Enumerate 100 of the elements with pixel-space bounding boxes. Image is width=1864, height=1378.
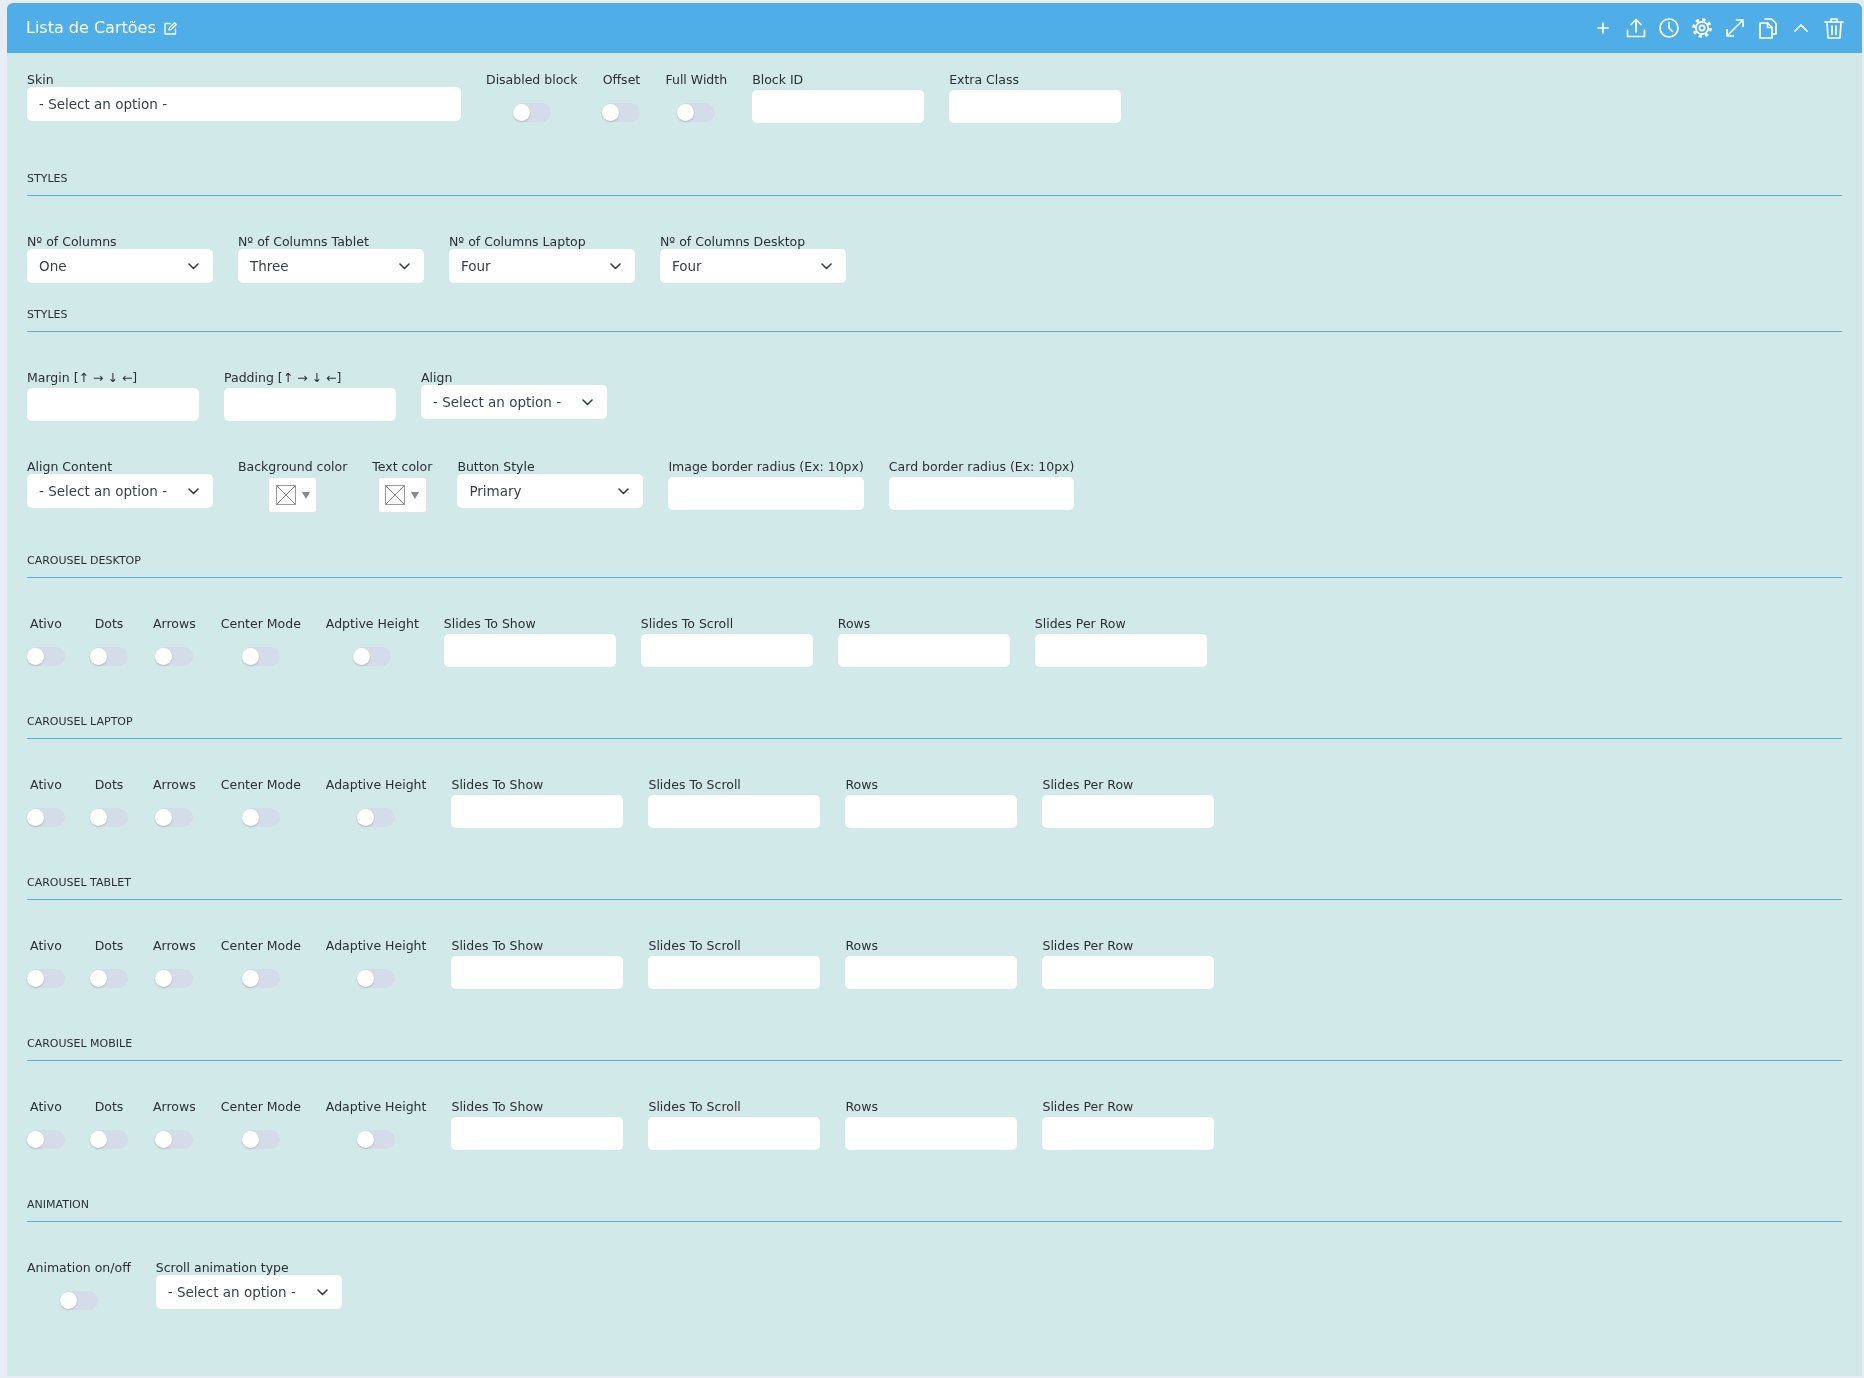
text-field[interactable] bbox=[648, 1117, 821, 1150]
field-label: Align bbox=[421, 370, 454, 386]
toggle-switch[interactable] bbox=[357, 1130, 396, 1149]
dropdown[interactable]: Four bbox=[449, 249, 635, 283]
dropdown[interactable]: Four bbox=[660, 249, 846, 283]
caret-up-icon[interactable] bbox=[1793, 24, 1808, 32]
text-field[interactable] bbox=[648, 795, 821, 828]
upload-icon[interactable] bbox=[1625, 18, 1646, 38]
dropdown[interactable]: - Select an option - bbox=[421, 385, 607, 419]
text-field[interactable] bbox=[752, 90, 925, 123]
field-label: Ativo bbox=[30, 616, 62, 632]
field-label: Adptive Height bbox=[325, 616, 419, 632]
field-label: Ativo bbox=[30, 777, 62, 793]
toggle-switch[interactable] bbox=[357, 969, 396, 988]
toggle-switch[interactable] bbox=[90, 808, 128, 827]
section-heading: CAROUSEL MOBILE bbox=[27, 1036, 133, 1052]
field-label: Slides To Show bbox=[451, 777, 545, 793]
toggle-switch[interactable] bbox=[155, 1130, 194, 1149]
text-field[interactable] bbox=[845, 1117, 1018, 1150]
toggle-switch[interactable] bbox=[357, 808, 396, 827]
field-label: Arrows bbox=[153, 777, 196, 793]
chevron-down-icon bbox=[821, 262, 832, 270]
toggle-switch[interactable] bbox=[90, 969, 128, 988]
field-label: Rows bbox=[845, 938, 879, 954]
text-field[interactable] bbox=[845, 956, 1018, 989]
color-picker[interactable] bbox=[377, 477, 427, 513]
dropdown[interactable]: Three bbox=[238, 249, 424, 283]
text-field[interactable] bbox=[648, 956, 821, 989]
toggle-switch[interactable] bbox=[27, 808, 65, 827]
dropdown[interactable]: One bbox=[27, 249, 213, 283]
toggle-switch[interactable] bbox=[241, 1130, 280, 1149]
toggle-switch[interactable] bbox=[59, 1291, 98, 1310]
copy-icon[interactable] bbox=[1758, 17, 1777, 39]
field-label: Slides Per Row bbox=[1034, 616, 1127, 632]
text-field[interactable] bbox=[1042, 1117, 1215, 1150]
text-field[interactable] bbox=[949, 90, 1122, 123]
text-field[interactable] bbox=[443, 634, 616, 667]
text-field[interactable] bbox=[888, 477, 1075, 510]
settings-icon[interactable] bbox=[1691, 18, 1712, 38]
text-field[interactable] bbox=[837, 634, 1010, 667]
toggle-switch[interactable] bbox=[512, 103, 551, 122]
text-field[interactable] bbox=[845, 795, 1018, 828]
text-field[interactable] bbox=[1042, 795, 1215, 828]
field-label: Rows bbox=[845, 777, 879, 793]
clock-icon[interactable] bbox=[1658, 18, 1679, 38]
toggle-switch[interactable] bbox=[90, 647, 128, 666]
field-label: Slides To Scroll bbox=[648, 777, 742, 793]
text-field[interactable] bbox=[640, 634, 813, 667]
text-field[interactable] bbox=[451, 1117, 624, 1150]
text-field[interactable] bbox=[668, 477, 864, 510]
field-label: Dots bbox=[94, 777, 124, 793]
field-label: Nº of Columns Laptop bbox=[449, 234, 587, 250]
toggle-switch[interactable] bbox=[27, 647, 65, 666]
field-label: Background color bbox=[238, 459, 348, 475]
toggle-switch[interactable] bbox=[241, 647, 280, 666]
field-label: Margin [↑ → ↓ ←] bbox=[27, 370, 139, 386]
dropdown[interactable]: Primary bbox=[457, 474, 644, 508]
field-label: Arrows bbox=[153, 616, 196, 632]
text-field[interactable] bbox=[451, 956, 624, 989]
plus-icon[interactable] bbox=[1596, 22, 1609, 34]
field-label: Slides To Show bbox=[451, 1099, 545, 1115]
trash-icon[interactable] bbox=[1823, 17, 1844, 39]
field-label: Block ID bbox=[752, 72, 805, 88]
dropdown[interactable]: - Select an option - bbox=[27, 474, 213, 508]
toggle-switch[interactable] bbox=[353, 647, 392, 666]
dropdown[interactable]: - Select an option - bbox=[27, 87, 461, 121]
field-label: Text color bbox=[372, 459, 433, 475]
toggle-switch[interactable] bbox=[155, 969, 194, 988]
toggle-switch[interactable] bbox=[90, 1130, 128, 1149]
toggle-switch[interactable] bbox=[155, 647, 194, 666]
field-label: Adaptive Height bbox=[325, 938, 427, 954]
edit-icon[interactable] bbox=[163, 21, 177, 35]
field-label: Animation on/off bbox=[27, 1260, 131, 1276]
caret-down-icon bbox=[301, 491, 310, 499]
field-label: Padding [↑ → ↓ ←] bbox=[224, 370, 343, 386]
text-field[interactable] bbox=[1034, 634, 1207, 667]
field-label: Center Mode bbox=[220, 938, 301, 954]
toggle-switch[interactable] bbox=[241, 808, 280, 827]
toggle-switch[interactable] bbox=[241, 969, 280, 988]
section-heading: CAROUSEL DESKTOP bbox=[27, 553, 141, 569]
text-field[interactable] bbox=[1042, 956, 1215, 989]
chevron-down-icon bbox=[188, 487, 199, 495]
dropdown[interactable]: - Select an option - bbox=[155, 1275, 342, 1309]
text-field[interactable] bbox=[224, 388, 396, 421]
toggle-switch[interactable] bbox=[27, 969, 65, 988]
text-field[interactable] bbox=[27, 388, 199, 421]
field-label: Dots bbox=[94, 1099, 124, 1115]
crossed-square-icon bbox=[275, 485, 296, 505]
toggle-switch[interactable] bbox=[155, 808, 194, 827]
toggle-switch[interactable] bbox=[27, 1130, 65, 1149]
field-label: Slides To Scroll bbox=[648, 938, 742, 954]
field-label: Nº of Columns Desktop bbox=[660, 234, 807, 250]
toggle-switch[interactable] bbox=[602, 103, 641, 122]
field-label: Dots bbox=[94, 938, 124, 954]
color-picker[interactable] bbox=[268, 477, 318, 513]
field-label: Slides Per Row bbox=[1042, 938, 1135, 954]
field-label: Center Mode bbox=[220, 616, 301, 632]
toggle-switch[interactable] bbox=[677, 103, 716, 122]
expand-icon[interactable] bbox=[1724, 18, 1745, 38]
text-field[interactable] bbox=[451, 795, 624, 828]
